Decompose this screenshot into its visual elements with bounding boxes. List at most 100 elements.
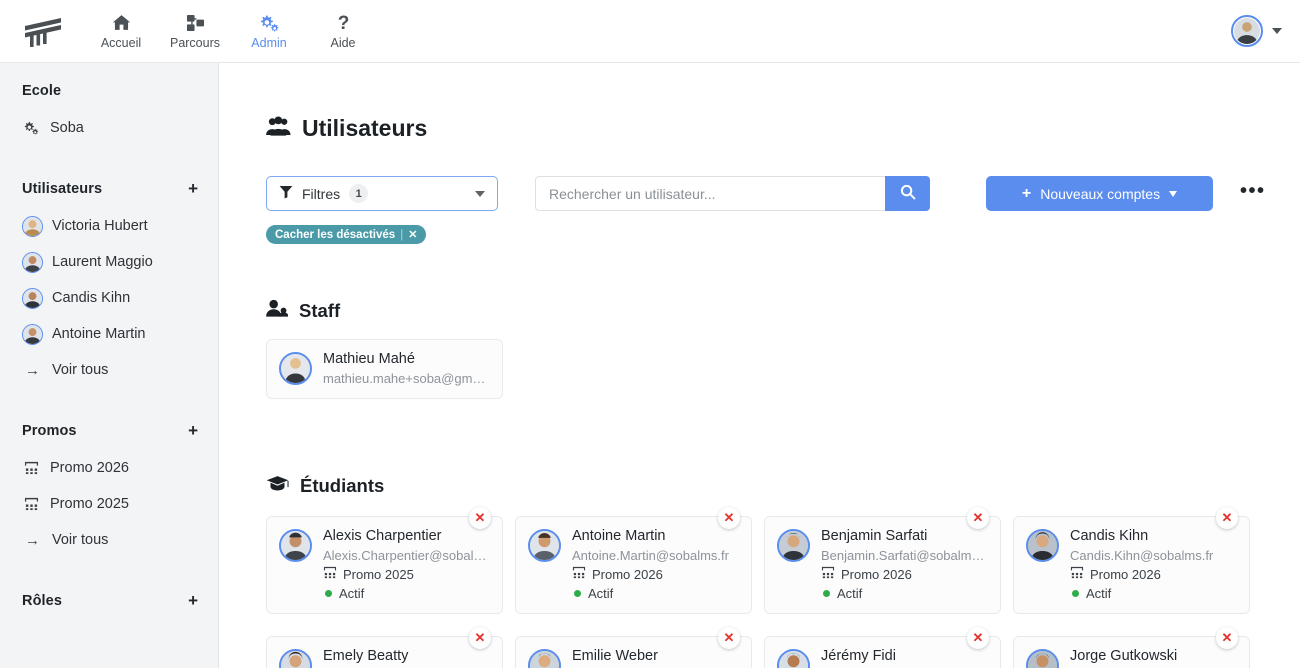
user-card-name: Candis Kihn bbox=[1070, 528, 1149, 544]
sidebar-item-voir-tous-utilisateurs[interactable]: → Voir tous bbox=[22, 352, 218, 388]
sidebar-item-label: Promo 2026 bbox=[50, 460, 129, 476]
sidebar: Ecole Soba Utilisateurs + Victoria Huber… bbox=[0, 63, 219, 668]
home-icon bbox=[112, 12, 131, 33]
promo-icon bbox=[572, 565, 586, 584]
user-card[interactable]: Candis Kihn Candis.Kihn@sobalms.fr Promo… bbox=[1013, 516, 1250, 614]
new-accounts-button[interactable]: + Nouveaux comptes bbox=[986, 176, 1213, 211]
promo-icon bbox=[22, 461, 41, 475]
filter-chip-label: Cacher les désactivés bbox=[275, 228, 396, 241]
avatar bbox=[528, 529, 561, 562]
avatar[interactable] bbox=[1231, 15, 1263, 47]
sidebar-item-antoine-martin[interactable]: Antoine Martin bbox=[22, 316, 218, 352]
user-card[interactable]: Benjamin Sarfati Benjamin.Sarfati@sobalm… bbox=[764, 516, 1001, 614]
close-icon[interactable]: ✕ bbox=[408, 228, 417, 241]
user-card-info: Mathieu Mahé mathieu.mahe+soba@gmail.... bbox=[323, 350, 490, 388]
sidebar-item-candis-kihn[interactable]: Candis Kihn bbox=[22, 280, 218, 316]
delete-user-button[interactable]: ✕ bbox=[967, 627, 989, 649]
sidebar-section-ecole-header: Ecole bbox=[22, 83, 218, 99]
user-card[interactable]: Antoine Martin Antoine.Martin@sobalms.fr… bbox=[515, 516, 752, 614]
more-options-button[interactable]: ••• bbox=[1240, 181, 1266, 202]
user-card[interactable]: Emely Beatty Emely.Beatty@sobalms.fr Pro… bbox=[266, 636, 503, 668]
user-card-info: Alexis Charpentier Alexis.Charpentier@so… bbox=[323, 527, 490, 603]
students-section-title: Étudiants bbox=[300, 475, 385, 496]
nav-item-parcours[interactable]: Parcours bbox=[158, 0, 232, 63]
page-title-text: Utilisateurs bbox=[302, 115, 428, 141]
user-card-name: Antoine Martin bbox=[572, 528, 666, 544]
nav-item-aide-label: Aide bbox=[330, 36, 356, 50]
avatar bbox=[777, 529, 810, 562]
filter-chip-cacher-les-desactives[interactable]: Cacher les désactivés | ✕ bbox=[266, 225, 427, 244]
sidebar-item-laurent-maggio[interactable]: Laurent Maggio bbox=[22, 244, 218, 280]
nav-item-aide[interactable]: ? Aide bbox=[306, 0, 380, 63]
sidebar-item-voir-tous-promos[interactable]: → Voir tous bbox=[22, 522, 218, 558]
sidebar-item-soba-label: Soba bbox=[50, 120, 84, 136]
avatar bbox=[777, 649, 810, 668]
delete-user-button[interactable]: ✕ bbox=[967, 507, 989, 529]
sidebar-item-label: Laurent Maggio bbox=[52, 254, 153, 270]
delete-user-button[interactable]: ✕ bbox=[718, 507, 740, 529]
graduation-cap-icon bbox=[266, 475, 289, 497]
user-card[interactable]: Jérémy Fidi Jérémy.Fidi@sobalms.fr Promo… bbox=[764, 636, 1001, 668]
sidebar-item-label: Voir tous bbox=[52, 532, 109, 548]
school-logo[interactable] bbox=[0, 14, 84, 48]
arrow-right-icon: → bbox=[25, 531, 40, 549]
chevron-down-icon[interactable] bbox=[1272, 28, 1282, 34]
nav-item-accueil[interactable]: Accueil bbox=[84, 0, 158, 63]
nav-item-parcours-label: Parcours bbox=[169, 36, 221, 50]
sidebar-item-promo-2026[interactable]: Promo 2026 bbox=[22, 450, 218, 486]
sidebar-item-label: Candis Kihn bbox=[52, 290, 131, 306]
delete-user-button[interactable]: ✕ bbox=[718, 627, 740, 649]
status-badge: Actif bbox=[1070, 584, 1237, 603]
sidebar-item-label: Victoria Hubert bbox=[52, 218, 148, 234]
path-icon bbox=[186, 12, 205, 33]
user-card[interactable]: Alexis Charpentier Alexis.Charpentier@so… bbox=[266, 516, 503, 614]
add-role-button[interactable]: + bbox=[188, 592, 198, 609]
student-card-cell: Jérémy Fidi Jérémy.Fidi@sobalms.fr Promo… bbox=[764, 627, 1013, 668]
students-card-grid: Alexis Charpentier Alexis.Charpentier@so… bbox=[266, 507, 1300, 668]
sidebar-item-label: Antoine Martin bbox=[52, 326, 146, 342]
user-card[interactable]: Emilie Weber Emilie.Weber@sobalms.fr Pro… bbox=[515, 636, 752, 668]
student-card-cell: Emely Beatty Emely.Beatty@sobalms.fr Pro… bbox=[266, 627, 515, 668]
add-user-button[interactable]: + bbox=[188, 180, 198, 197]
avatar bbox=[22, 287, 43, 309]
user-card-name: Benjamin Sarfati bbox=[821, 528, 928, 544]
filters-button[interactable]: Filtres 1 bbox=[266, 176, 498, 211]
user-card-name: Mathieu Mahé bbox=[323, 351, 415, 367]
delete-user-button[interactable]: ✕ bbox=[469, 627, 491, 649]
avatar bbox=[22, 323, 43, 345]
user-card-name: Alexis Charpentier bbox=[323, 528, 442, 544]
user-card-promo-label: Promo 2026 bbox=[592, 567, 663, 582]
student-card-cell: Candis Kihn Candis.Kihn@sobalms.fr Promo… bbox=[1013, 507, 1262, 614]
chip-separator: | bbox=[400, 228, 404, 241]
delete-user-button[interactable]: ✕ bbox=[469, 507, 491, 529]
delete-user-button[interactable]: ✕ bbox=[1216, 507, 1238, 529]
user-card-email: Antoine.Martin@sobalms.fr bbox=[572, 548, 729, 563]
user-card-email: Alexis.Charpentier@sobalm... bbox=[323, 548, 490, 563]
status-dot-icon bbox=[325, 590, 332, 597]
user-card-info: Antoine Martin Antoine.Martin@sobalms.fr… bbox=[572, 527, 739, 603]
sidebar-item-promo-2025[interactable]: Promo 2025 bbox=[22, 486, 218, 522]
user-card[interactable]: Mathieu Mahé mathieu.mahe+soba@gmail.... bbox=[266, 339, 503, 399]
promo-icon bbox=[821, 565, 835, 584]
sidebar-item-soba[interactable]: Soba bbox=[22, 110, 218, 146]
user-card-info: Emilie Weber Emilie.Weber@sobalms.fr Pro… bbox=[572, 647, 739, 668]
user-card-info: Jérémy Fidi Jérémy.Fidi@sobalms.fr Promo… bbox=[821, 647, 988, 668]
user-card-info: Candis Kihn Candis.Kihn@sobalms.fr Promo… bbox=[1070, 527, 1237, 603]
status-badge-label: Actif bbox=[1086, 586, 1112, 601]
search-button[interactable] bbox=[885, 176, 930, 211]
nav-item-admin[interactable]: Admin bbox=[232, 0, 306, 63]
svg-text:?: ? bbox=[337, 13, 349, 32]
avatar bbox=[279, 649, 312, 668]
sidebar-section-roles: Rôles + bbox=[0, 592, 218, 609]
user-card-info: Jorge Gutkowski Jorge.Gutkowski@sobalms.… bbox=[1070, 647, 1237, 668]
sidebar-item-victoria-hubert[interactable]: Victoria Hubert bbox=[22, 208, 218, 244]
delete-user-button[interactable]: ✕ bbox=[1216, 627, 1238, 649]
sidebar-section-utilisateurs-header: Utilisateurs + bbox=[22, 180, 218, 197]
sidebar-item-label: Voir tous bbox=[52, 362, 109, 378]
search-input[interactable] bbox=[535, 176, 885, 211]
sidebar-section-roles-title: Rôles bbox=[22, 592, 62, 609]
add-promo-button[interactable]: + bbox=[188, 422, 198, 439]
user-card[interactable]: Jorge Gutkowski Jorge.Gutkowski@sobalms.… bbox=[1013, 636, 1250, 668]
